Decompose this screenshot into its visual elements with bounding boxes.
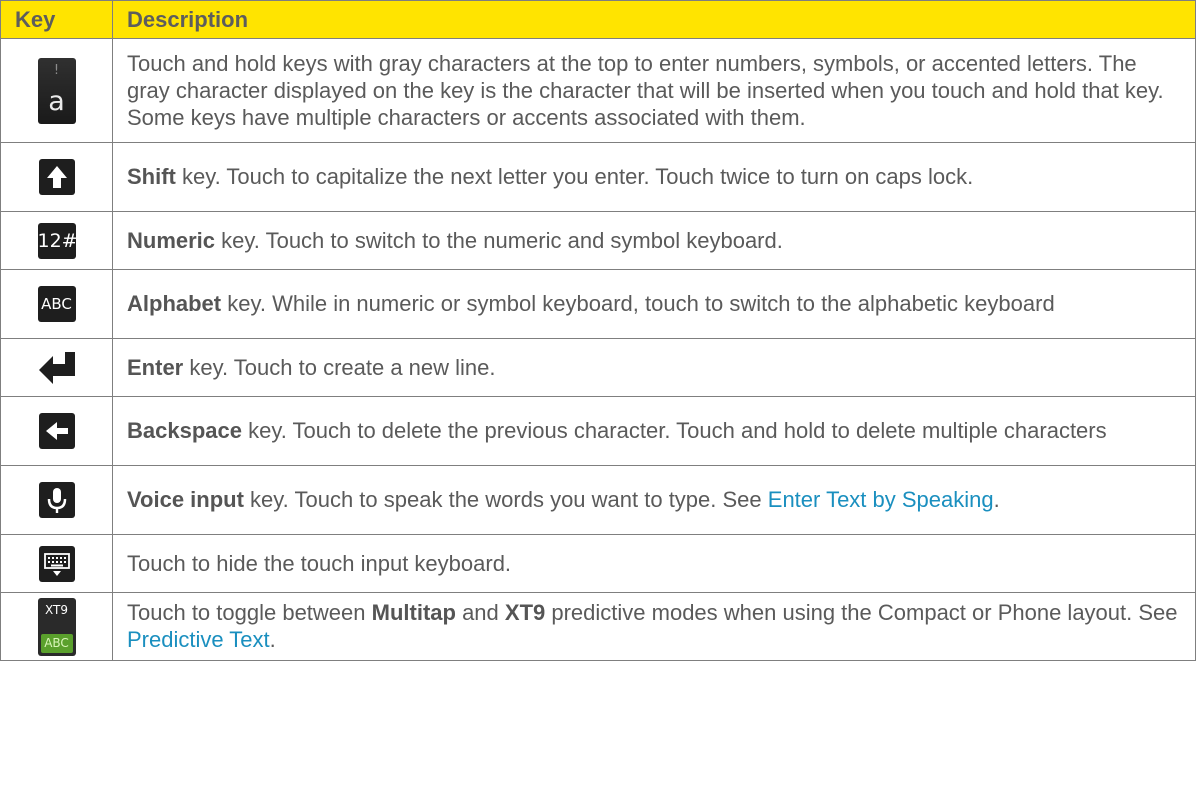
predictive-text-link[interactable]: Predictive Text bbox=[127, 627, 270, 652]
row-description: Touch and hold keys with gray characters… bbox=[112, 38, 1196, 143]
shift-key-icon bbox=[38, 159, 75, 195]
row-description: Shift key. Touch to capitalize the next … bbox=[112, 142, 1196, 212]
table-row: Shift key. Touch to capitalize the next … bbox=[0, 142, 1196, 212]
keyboard-keys-table: Key Description ! a Touch and hold keys … bbox=[0, 0, 1196, 661]
table-header-row: Key Description bbox=[0, 0, 1196, 39]
row-description: Touch to toggle between Multitap and XT9… bbox=[112, 592, 1196, 661]
enter-key-icon bbox=[35, 350, 79, 386]
row-description: Backspace key. Touch to delete the previ… bbox=[112, 396, 1196, 466]
xt9-abc-key-icon: XT9 ABC bbox=[37, 597, 76, 656]
accented-letter-key-icon: ! a bbox=[37, 57, 76, 124]
hide-keyboard-icon bbox=[38, 545, 75, 582]
description-column-header: Description bbox=[112, 0, 1196, 39]
row-description: Numeric key. Touch to switch to the nume… bbox=[112, 211, 1196, 270]
row-description: Voice input key. Touch to speak the word… bbox=[112, 465, 1196, 535]
backspace-key-icon bbox=[38, 413, 75, 449]
table-row: Backspace key. Touch to delete the previ… bbox=[0, 396, 1196, 466]
table-row: Touch to hide the touch input keyboard. bbox=[0, 534, 1196, 593]
alphabet-key-icon: ABC bbox=[37, 286, 76, 322]
row-description: Alphabet key. While in numeric or symbol… bbox=[112, 269, 1196, 339]
microphone-key-icon bbox=[38, 482, 75, 518]
table-row: Voice input key. Touch to speak the word… bbox=[0, 465, 1196, 535]
table-row: 12# Numeric key. Touch to switch to the … bbox=[0, 211, 1196, 270]
row-description: Touch to hide the touch input keyboard. bbox=[112, 534, 1196, 593]
table-row: ! a Touch and hold keys with gray charac… bbox=[0, 38, 1196, 143]
row-description: Enter key. Touch to create a new line. bbox=[112, 338, 1196, 397]
numeric-key-icon: 12# bbox=[37, 222, 78, 259]
table-row: XT9 ABC Touch to toggle between Multitap… bbox=[0, 592, 1196, 661]
table-row: ABC Alphabet key. While in numeric or sy… bbox=[0, 269, 1196, 339]
key-column-header: Key bbox=[0, 0, 113, 39]
enter-text-by-speaking-link[interactable]: Enter Text by Speaking bbox=[768, 487, 994, 512]
table-row: Enter key. Touch to create a new line. bbox=[0, 338, 1196, 397]
